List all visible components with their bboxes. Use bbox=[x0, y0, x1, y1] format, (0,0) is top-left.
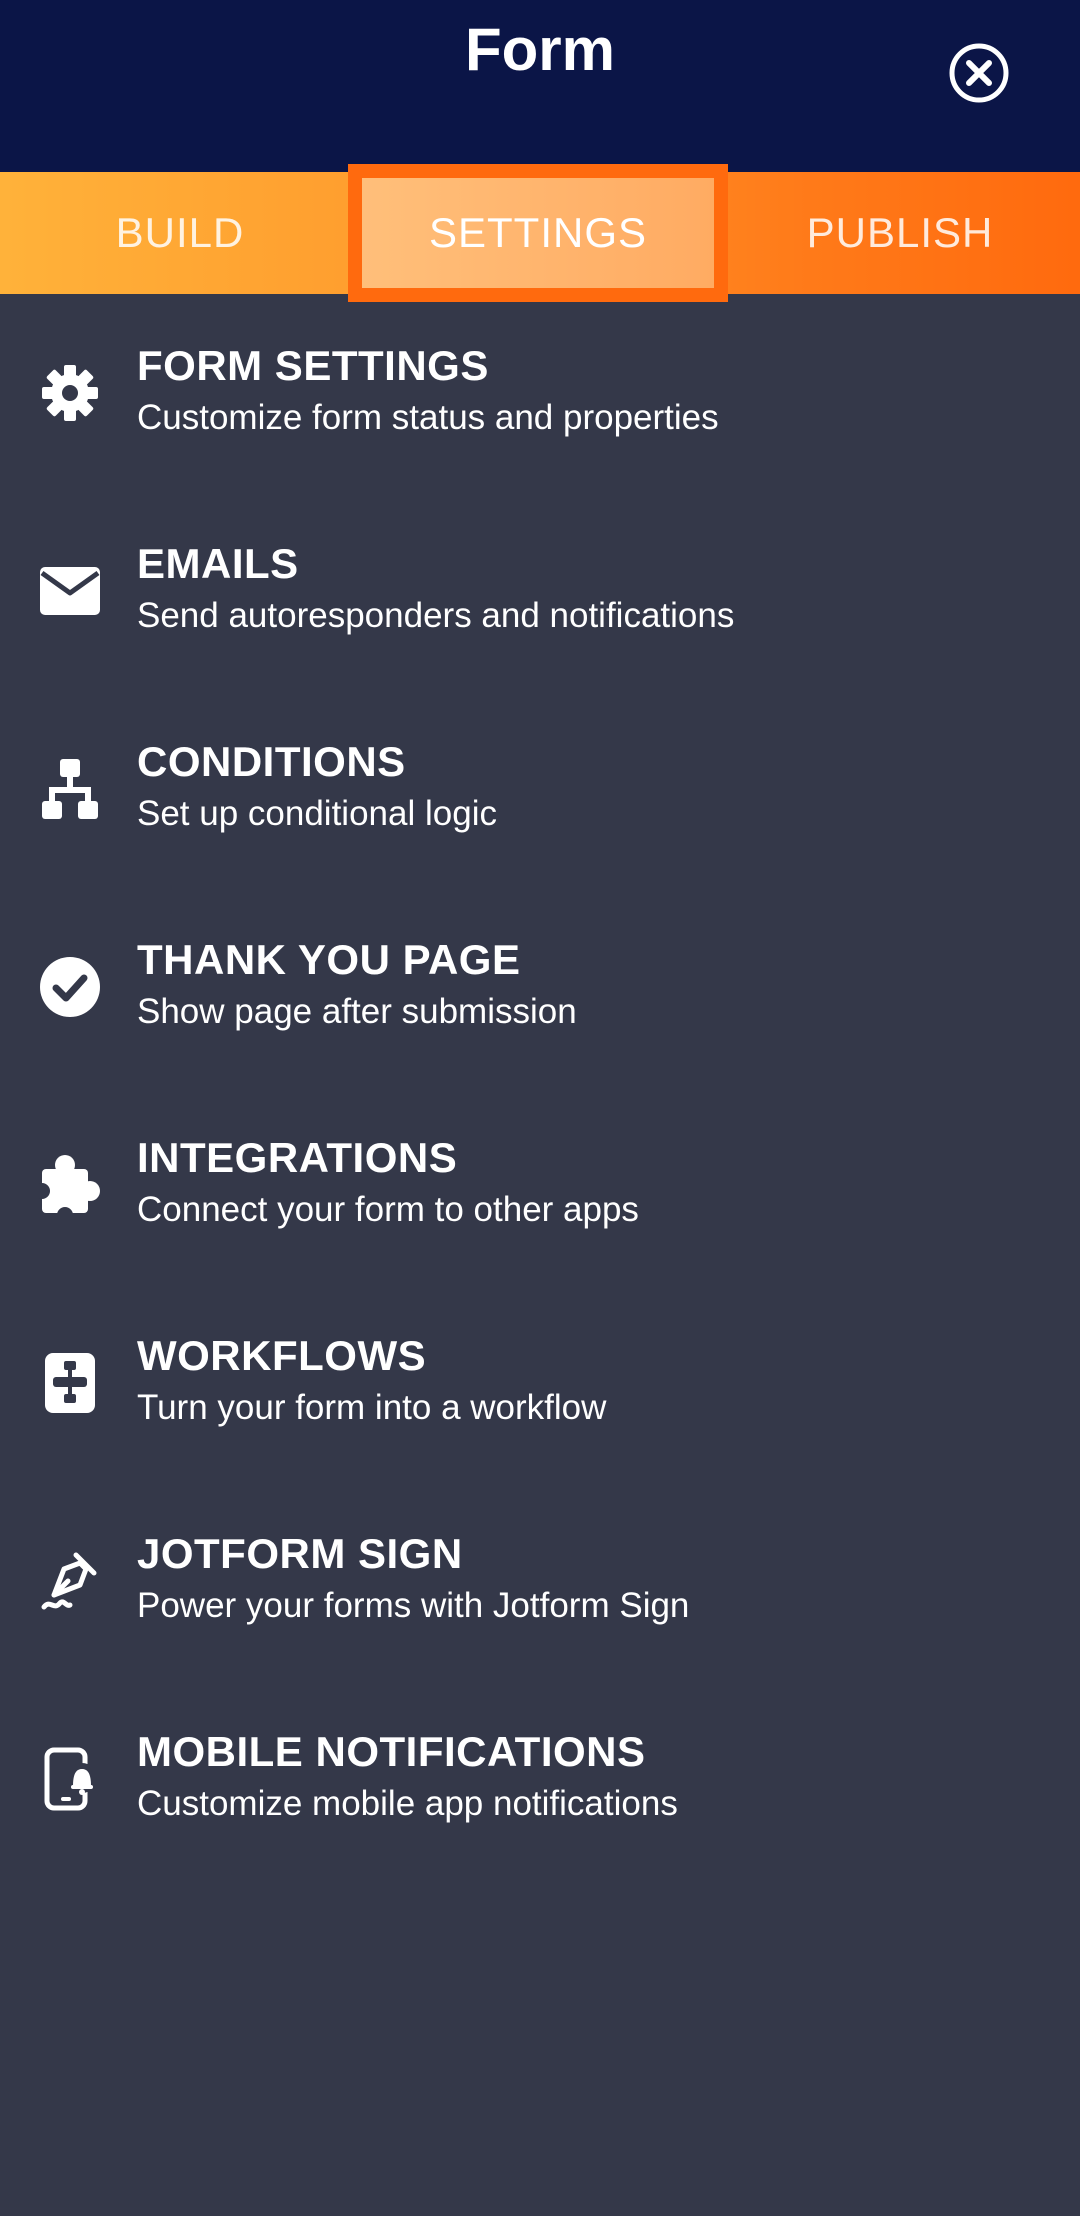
menu-item-description: Customize mobile app notifications bbox=[137, 1784, 678, 1823]
menu-item-description: Customize form status and properties bbox=[137, 398, 719, 437]
menu-item-thank-you-page[interactable]: THANK YOU PAGE Show page after submissio… bbox=[0, 888, 1080, 1086]
sitemap-icon bbox=[42, 759, 98, 819]
workflow-icon bbox=[45, 1353, 95, 1413]
menu-item-title: JOTFORM SIGN bbox=[137, 1530, 463, 1577]
menu-item-description: Send autoresponders and notifications bbox=[137, 596, 735, 635]
menu-item-conditions[interactable]: CONDITIONS Set up conditional logic bbox=[0, 690, 1080, 888]
close-circle-icon bbox=[949, 43, 1009, 103]
close-button[interactable] bbox=[948, 42, 1010, 104]
menu-item-description: Power your forms with Jotform Sign bbox=[137, 1586, 690, 1625]
menu-item-title: FORM SETTINGS bbox=[137, 342, 489, 389]
menu-item-emails[interactable]: EMAILS Send autoresponders and notificat… bbox=[0, 492, 1080, 690]
menu-item-title: CONDITIONS bbox=[137, 738, 406, 785]
menu-item-title: MOBILE NOTIFICATIONS bbox=[137, 1728, 646, 1775]
menu-item-description: Show page after submission bbox=[137, 992, 577, 1031]
mobile-bell-icon bbox=[44, 1747, 97, 1811]
menu-item-jotform-sign[interactable]: JOTFORM SIGN Power your forms with Jotfo… bbox=[0, 1482, 1080, 1680]
puzzle-icon bbox=[38, 1155, 100, 1217]
menu-item-integrations[interactable]: INTEGRATIONS Connect your form to other … bbox=[0, 1086, 1080, 1284]
envelope-icon bbox=[40, 567, 100, 615]
check-circle-icon bbox=[40, 957, 100, 1017]
tab-settings[interactable]: SETTINGS bbox=[348, 164, 728, 302]
tab-publish[interactable]: PUBLISH bbox=[720, 172, 1080, 294]
menu-item-description: Connect your form to other apps bbox=[137, 1190, 639, 1229]
menu-item-workflows[interactable]: WORKFLOWS Turn your form into a workflow bbox=[0, 1284, 1080, 1482]
menu-item-title: THANK YOU PAGE bbox=[137, 936, 521, 983]
gear-icon bbox=[42, 365, 98, 421]
tab-build[interactable]: BUILD bbox=[0, 172, 360, 294]
tab-bar: BUILD PUBLISH SETTINGS bbox=[0, 164, 1080, 302]
page-title: Form bbox=[465, 16, 615, 83]
menu-item-mobile-notifications[interactable]: MOBILE NOTIFICATIONS Customize mobile ap… bbox=[0, 1680, 1080, 1878]
menu-item-title: EMAILS bbox=[137, 540, 299, 587]
menu-item-title: INTEGRATIONS bbox=[137, 1134, 458, 1181]
menu-item-description: Turn your form into a workflow bbox=[137, 1388, 607, 1427]
menu-item-title: WORKFLOWS bbox=[137, 1332, 427, 1379]
header: Form bbox=[0, 0, 1080, 172]
menu-item-description: Set up conditional logic bbox=[137, 794, 497, 833]
pen-sign-icon bbox=[41, 1552, 97, 1610]
menu-item-form-settings[interactable]: FORM SETTINGS Customize form status and … bbox=[0, 294, 1080, 492]
